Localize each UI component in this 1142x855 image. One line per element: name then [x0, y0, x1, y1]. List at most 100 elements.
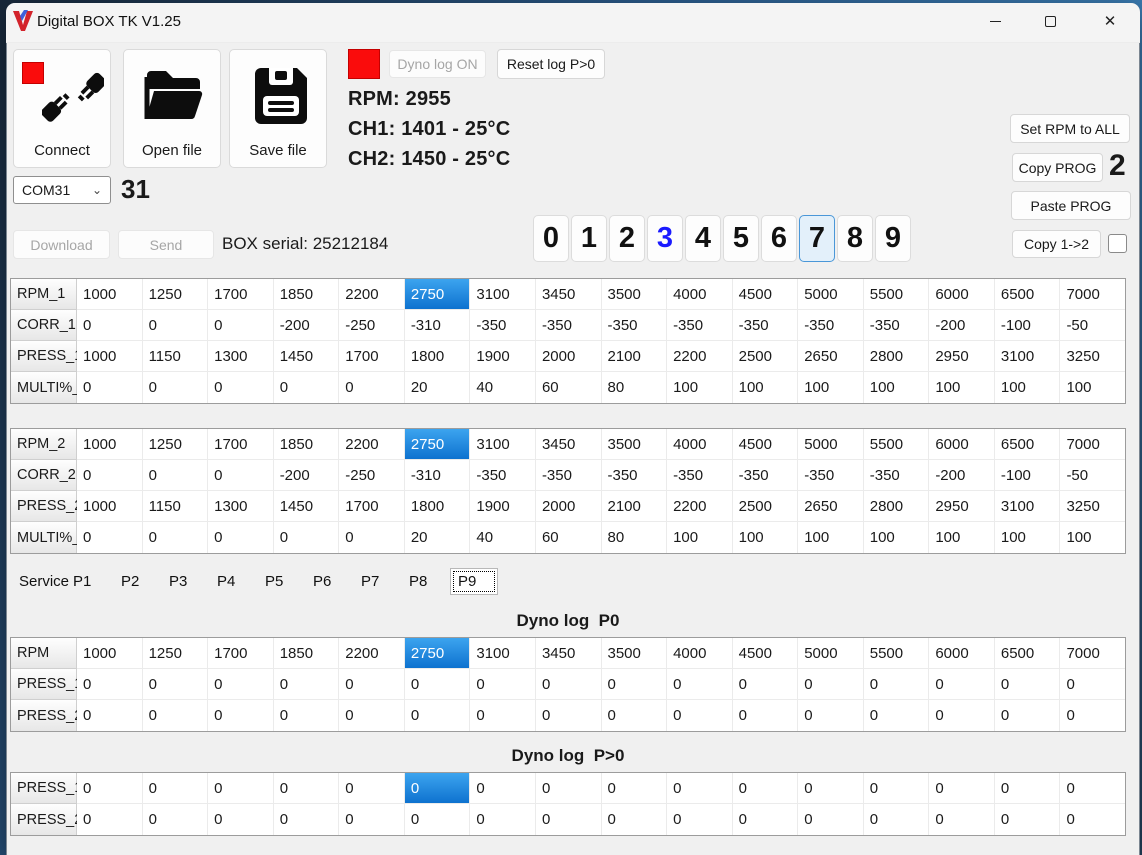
cell[interactable]: 5000: [798, 279, 864, 310]
cell[interactable]: 2800: [863, 491, 930, 522]
cell[interactable]: 1000: [77, 279, 143, 310]
cell[interactable]: 0: [208, 669, 274, 700]
tab-p6[interactable]: P6: [306, 568, 354, 595]
cell[interactable]: 3450: [535, 279, 602, 310]
cell[interactable]: 0: [667, 804, 733, 835]
cell[interactable]: 3250: [1060, 491, 1125, 522]
cell[interactable]: 0: [273, 804, 340, 835]
cell[interactable]: 0: [142, 310, 209, 341]
cell[interactable]: 0: [142, 700, 209, 731]
cell[interactable]: 1000: [77, 638, 143, 669]
cell[interactable]: 0: [404, 804, 471, 835]
cell[interactable]: 1250: [142, 429, 209, 460]
cell[interactable]: 0: [535, 669, 602, 700]
cell[interactable]: 1150: [142, 341, 209, 372]
cell[interactable]: 0: [77, 522, 143, 553]
tab-p3[interactable]: P3: [162, 568, 210, 595]
cell[interactable]: -310: [404, 310, 471, 341]
cell[interactable]: 40: [470, 522, 536, 553]
cell[interactable]: 3100: [470, 429, 536, 460]
cell[interactable]: 0: [732, 700, 799, 731]
tab-service[interactable]: Service: [12, 568, 69, 595]
cell[interactable]: 7000: [1060, 429, 1125, 460]
prog-button-7[interactable]: 7: [799, 215, 835, 262]
cell[interactable]: 0: [339, 773, 405, 804]
cell[interactable]: 6000: [929, 279, 995, 310]
cell[interactable]: -100: [994, 310, 1061, 341]
cell[interactable]: -310: [404, 460, 471, 491]
cell[interactable]: 0: [208, 372, 274, 403]
cell[interactable]: -200: [929, 460, 995, 491]
cell[interactable]: 0: [339, 372, 405, 403]
cell[interactable]: 1150: [142, 491, 209, 522]
cell[interactable]: 100: [994, 522, 1061, 553]
cell[interactable]: 1000: [77, 491, 143, 522]
cell[interactable]: 0: [404, 700, 471, 731]
cell[interactable]: 3450: [535, 429, 602, 460]
maximize-button[interactable]: [1027, 4, 1073, 38]
cell[interactable]: 2200: [667, 491, 733, 522]
cell[interactable]: 0: [339, 669, 405, 700]
cell[interactable]: 0: [1060, 669, 1125, 700]
cell[interactable]: 0: [667, 700, 733, 731]
cell[interactable]: 0: [273, 669, 340, 700]
cell[interactable]: 0: [798, 700, 864, 731]
cell[interactable]: 100: [798, 522, 864, 553]
cell[interactable]: 0: [929, 669, 995, 700]
cell[interactable]: 1000: [77, 429, 143, 460]
com-port-select[interactable]: COM31 ⌄: [13, 176, 111, 204]
cell[interactable]: 1700: [208, 638, 274, 669]
cell[interactable]: 2750: [404, 638, 471, 669]
cell[interactable]: 6500: [994, 638, 1061, 669]
cell[interactable]: 4000: [667, 279, 733, 310]
cell[interactable]: 0: [470, 700, 536, 731]
cell[interactable]: 1850: [273, 279, 340, 310]
cell[interactable]: 2000: [535, 491, 602, 522]
cell[interactable]: -350: [732, 310, 799, 341]
cell[interactable]: 1800: [404, 341, 471, 372]
cell[interactable]: 5500: [863, 429, 930, 460]
cell[interactable]: 0: [77, 460, 143, 491]
cell[interactable]: 60: [535, 372, 602, 403]
cell[interactable]: 2000: [535, 341, 602, 372]
cell[interactable]: 4500: [732, 429, 799, 460]
tab-p7[interactable]: P7: [354, 568, 402, 595]
cell[interactable]: 1700: [208, 429, 274, 460]
cell[interactable]: 0: [732, 773, 799, 804]
cell[interactable]: 3100: [994, 491, 1061, 522]
cell[interactable]: 6000: [929, 429, 995, 460]
cell[interactable]: 0: [470, 804, 536, 835]
cell[interactable]: 0: [142, 460, 209, 491]
cell[interactable]: -350: [601, 310, 668, 341]
cell[interactable]: 100: [667, 372, 733, 403]
cell[interactable]: -350: [732, 460, 799, 491]
cell[interactable]: 6000: [929, 638, 995, 669]
cell[interactable]: 2650: [798, 341, 864, 372]
cell[interactable]: 3450: [535, 638, 602, 669]
cell[interactable]: 80: [601, 522, 668, 553]
cell[interactable]: 0: [142, 372, 209, 403]
cell[interactable]: 0: [470, 773, 536, 804]
cell[interactable]: 3500: [601, 279, 668, 310]
cell[interactable]: -200: [273, 460, 340, 491]
cell[interactable]: 20: [404, 372, 471, 403]
cell[interactable]: 3250: [1060, 341, 1125, 372]
cell[interactable]: 4500: [732, 279, 799, 310]
cell[interactable]: 2100: [601, 341, 668, 372]
cell[interactable]: -350: [667, 310, 733, 341]
cell[interactable]: 1900: [470, 491, 536, 522]
cell[interactable]: 0: [339, 700, 405, 731]
cell[interactable]: 5500: [863, 638, 930, 669]
cell[interactable]: 5000: [798, 429, 864, 460]
cell[interactable]: -350: [667, 460, 733, 491]
cell[interactable]: 0: [208, 522, 274, 553]
close-button[interactable]: ✕: [1087, 4, 1133, 38]
cell[interactable]: -350: [863, 310, 930, 341]
cell[interactable]: 1800: [404, 491, 471, 522]
cell[interactable]: 2800: [863, 341, 930, 372]
cell[interactable]: -350: [535, 310, 602, 341]
cell[interactable]: 1300: [208, 341, 274, 372]
cell[interactable]: -50: [1060, 460, 1125, 491]
tab-p4[interactable]: P4: [210, 568, 258, 595]
cell[interactable]: 0: [142, 773, 209, 804]
